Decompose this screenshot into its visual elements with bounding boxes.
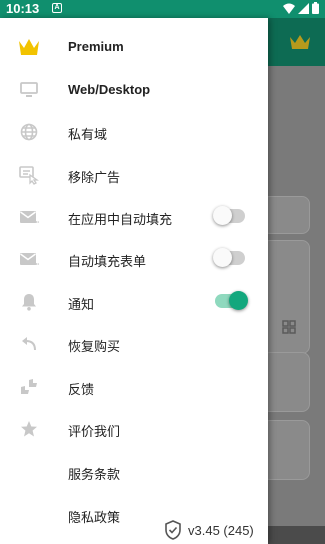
drawer-item-rate-us[interactable]: 评价我们 bbox=[0, 408, 268, 450]
background-card bbox=[262, 420, 310, 480]
autofill-in-app-toggle[interactable] bbox=[213, 206, 245, 225]
mail-icon bbox=[18, 248, 40, 270]
remove-ads-icon bbox=[18, 164, 40, 186]
star-icon bbox=[18, 418, 40, 440]
drawer-item-label: 隐私政策 bbox=[68, 510, 121, 525]
drawer-item-feedback[interactable]: 反馈 bbox=[0, 366, 268, 408]
globe-icon bbox=[18, 121, 40, 143]
drawer-item-premium[interactable]: Premium bbox=[0, 26, 268, 68]
toggle-knob bbox=[213, 206, 232, 225]
drawer-item-label: 反馈 bbox=[68, 382, 95, 397]
notification-icon: A bbox=[52, 3, 62, 13]
signal-icon bbox=[298, 2, 309, 14]
drawer-item-label: 在应用中自动填充 bbox=[68, 212, 173, 227]
battery-icon bbox=[312, 2, 319, 14]
drawer-item-private-domain[interactable]: 私有域 bbox=[0, 111, 268, 153]
drawer-item-label: 自动填充表单 bbox=[68, 254, 147, 269]
toggle-knob bbox=[213, 248, 232, 267]
drawer-item-label: 评价我们 bbox=[68, 424, 121, 439]
status-time: 10:13 bbox=[6, 1, 40, 16]
autofill-forms-toggle[interactable] bbox=[213, 248, 245, 267]
wifi-icon bbox=[283, 3, 295, 14]
monitor-icon bbox=[18, 79, 40, 101]
drawer-item-autofill-in-app[interactable]: 在应用中自动填充 bbox=[0, 196, 268, 238]
drawer-item-web-desktop[interactable]: Web/Desktop bbox=[0, 69, 268, 111]
version-text: v3.45 (245) bbox=[188, 522, 254, 538]
drawer-item-restore-purchase[interactable]: 恢复购买 bbox=[0, 323, 268, 365]
drawer-item-label: 私有域 bbox=[68, 127, 108, 142]
drawer-item-label: Premium bbox=[68, 39, 124, 54]
toggle-knob bbox=[229, 291, 248, 310]
background-card bbox=[262, 352, 310, 412]
grid-icon bbox=[282, 320, 296, 334]
undo-icon bbox=[18, 333, 40, 355]
crown-icon[interactable] bbox=[289, 34, 311, 50]
drawer-item-label: 移除广告 bbox=[68, 170, 121, 185]
drawer-item-label: 恢复购买 bbox=[68, 339, 121, 354]
system-icons bbox=[283, 2, 319, 14]
drawer-item-autofill-forms[interactable]: 自动填充表单 bbox=[0, 238, 268, 280]
version-footer: v3.45 (245) bbox=[164, 520, 254, 540]
crown-icon bbox=[18, 36, 40, 58]
drawer-item-remove-ads[interactable]: 移除广告 bbox=[0, 154, 268, 196]
drawer-item-label: 服务条款 bbox=[68, 467, 121, 482]
notifications-toggle[interactable] bbox=[215, 291, 248, 310]
mail-icon bbox=[18, 206, 40, 228]
background-card bbox=[262, 240, 310, 354]
background-nav-bar bbox=[262, 526, 325, 544]
shield-icon bbox=[165, 520, 181, 540]
drawer-item-label: 通知 bbox=[68, 297, 95, 312]
drawer-item-notifications[interactable]: 通知 bbox=[0, 281, 268, 323]
drawer-item-label: Web/Desktop bbox=[68, 82, 151, 97]
status-bar: 10:13 A bbox=[0, 0, 325, 18]
drawer-item-terms[interactable]: 服务条款 bbox=[0, 451, 268, 493]
navigation-drawer: Premium Web/Desktop 私有域 移除广告 在应用中自动填充 自动… bbox=[0, 18, 268, 544]
background-card bbox=[262, 196, 310, 234]
thumbs-icon bbox=[18, 376, 40, 398]
bell-icon bbox=[18, 291, 40, 313]
